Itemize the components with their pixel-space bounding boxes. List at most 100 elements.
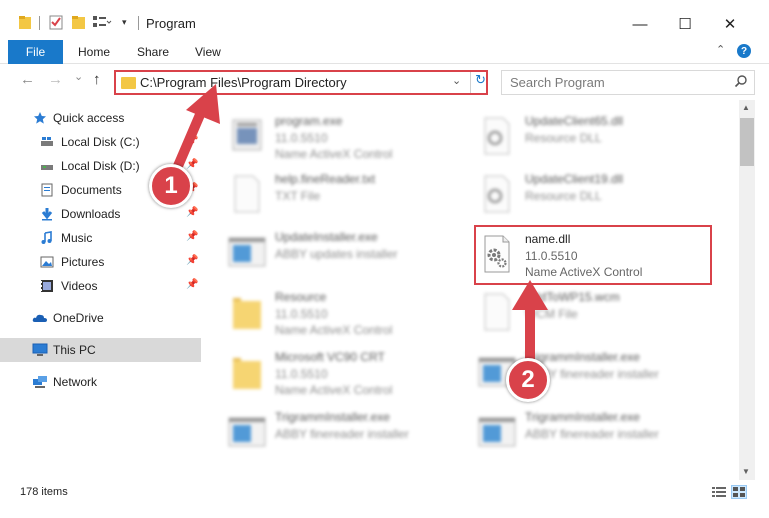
file-name: help.fineReader.txt bbox=[275, 172, 376, 186]
file-description: ABBY updates installer bbox=[275, 247, 398, 261]
expand-ribbon-icon[interactable]: ⌃ bbox=[716, 43, 725, 56]
maximize-button[interactable]: ☐ bbox=[663, 10, 707, 38]
help-icon[interactable]: ? bbox=[737, 44, 751, 58]
up-button[interactable]: ↑ bbox=[93, 71, 101, 88]
list-item[interactable]: program.exe 11.0.5510 Name ActiveX Contr… bbox=[205, 108, 455, 166]
file-name: Microsoft VC90 CRT bbox=[275, 350, 385, 364]
list-item[interactable]: help.fineReader.txt TXT File bbox=[205, 166, 455, 224]
forward-button[interactable]: → bbox=[48, 71, 63, 88]
scroll-down-icon[interactable]: ▼ bbox=[742, 467, 750, 476]
tab-home[interactable]: Home bbox=[78, 45, 110, 59]
search-icon[interactable] bbox=[734, 74, 748, 88]
sidebar-item-label: Pictures bbox=[61, 255, 105, 269]
sidebar-item-music[interactable]: Music 📌 bbox=[0, 226, 201, 250]
pin-icon[interactable]: 📌 bbox=[186, 279, 198, 290]
list-item[interactable]: UpdateClient19.dll Resource DLL bbox=[455, 166, 705, 224]
ribbon: File Home Share View ⌃ ? bbox=[0, 40, 769, 64]
sidebar-item-label: Quick access bbox=[53, 111, 125, 125]
computer-icon bbox=[32, 343, 48, 357]
sidebar-item-label: Network bbox=[53, 375, 98, 389]
properties-icon[interactable] bbox=[48, 14, 64, 34]
divider bbox=[138, 16, 139, 30]
details-view-icon[interactable] bbox=[711, 485, 727, 499]
window-title: Program bbox=[146, 16, 196, 31]
refresh-icon[interactable]: ↻ bbox=[470, 72, 486, 93]
scroll-up-icon[interactable]: ▲ bbox=[742, 103, 750, 112]
view-options-icon[interactable] bbox=[92, 14, 112, 34]
minimize-button[interactable]: — bbox=[618, 10, 662, 38]
tab-view[interactable]: View bbox=[195, 45, 221, 59]
recent-locations-button[interactable]: ⌄ bbox=[74, 70, 83, 83]
vertical-scrollbar[interactable]: ▲ ▼ bbox=[739, 100, 755, 480]
list-item[interactable]: UpdateClient65.dll Resource DLL bbox=[455, 108, 705, 166]
file-name: program.exe bbox=[275, 114, 343, 128]
sidebar-item-label: Local Disk (D:) bbox=[61, 159, 140, 173]
list-item[interactable]: UpdateInstaller.exe ABBY updates install… bbox=[205, 224, 455, 282]
tiles-view-icon[interactable] bbox=[731, 485, 747, 499]
list-item[interactable]: TrigrammInstaller.exe ABBY finereader in… bbox=[455, 344, 705, 402]
sidebar-item-network[interactable]: Network bbox=[0, 370, 201, 394]
folder-icon bbox=[18, 14, 32, 34]
dll-gear-icon bbox=[475, 232, 519, 276]
customize-toolbar-icon[interactable]: ▾ bbox=[122, 17, 127, 37]
list-item[interactable]: TrigrammInstaller.exe ABBY finereader in… bbox=[455, 404, 705, 462]
file-description: Name ActiveX Control bbox=[275, 147, 393, 161]
new-folder-icon[interactable] bbox=[71, 14, 87, 34]
pin-icon[interactable]: 📌 bbox=[186, 207, 198, 218]
file-version: 11.0.5510 bbox=[525, 249, 578, 263]
callout-1: 1 bbox=[149, 164, 193, 208]
list-item[interactable]: TrigrammInstaller.exe ABBY finereader in… bbox=[205, 404, 455, 462]
status-bar: 178 items bbox=[0, 480, 769, 504]
pin-icon[interactable]: 📌 bbox=[186, 255, 198, 266]
search-input[interactable]: Search Program bbox=[501, 70, 755, 95]
sidebar-item-this-pc[interactable]: This PC bbox=[0, 338, 201, 362]
file-description: Name ActiveX Control bbox=[275, 323, 393, 337]
file-name: TrigrammInstaller.exe bbox=[525, 410, 640, 424]
folder-icon bbox=[225, 290, 269, 334]
dll-icon bbox=[475, 172, 519, 216]
navigation-bar: ← → ⌄ ↑ C:\Program Files\Program Directo… bbox=[0, 64, 769, 100]
file-name: TrigrammInstaller.exe bbox=[275, 410, 390, 424]
drive-icon bbox=[40, 159, 54, 173]
sidebar-item-label: OneDrive bbox=[53, 311, 104, 325]
scrollbar-thumb[interactable] bbox=[740, 118, 754, 166]
file-type: Resource DLL bbox=[525, 131, 602, 145]
sidebar-item-videos[interactable]: Videos 📌 bbox=[0, 274, 201, 298]
music-icon bbox=[40, 231, 54, 245]
sidebar-item-label: This PC bbox=[53, 343, 96, 357]
close-button[interactable]: ✕ bbox=[708, 10, 752, 38]
sidebar-item-label: Music bbox=[61, 231, 93, 245]
installer-icon bbox=[475, 410, 519, 454]
pin-icon[interactable]: 📌 bbox=[186, 231, 198, 242]
sidebar-item-onedrive[interactable]: OneDrive bbox=[0, 306, 201, 330]
list-item[interactable]: AddToWP15.wcm WCM File bbox=[455, 284, 705, 342]
sidebar-item-label: Documents bbox=[61, 183, 122, 197]
list-item-name-dll[interactable]: name.dll 11.0.5510 Name ActiveX Control bbox=[455, 226, 705, 284]
downloads-icon bbox=[40, 207, 54, 221]
file-name: UpdateClient19.dll bbox=[525, 172, 624, 186]
file-version: 11.0.5510 bbox=[275, 307, 328, 321]
cloud-icon bbox=[32, 311, 47, 325]
file-name: UpdateClient65.dll bbox=[525, 114, 624, 128]
installer-icon bbox=[225, 410, 269, 454]
list-item[interactable]: Resource 11.0.5510 Name ActiveX Control bbox=[205, 284, 455, 342]
title-bar: ▾ Program — ☐ ✕ bbox=[0, 0, 769, 40]
file-description: Name ActiveX Control bbox=[525, 265, 643, 279]
back-button[interactable]: ← bbox=[20, 71, 35, 88]
file-description: ABBY finereader installer bbox=[525, 427, 659, 441]
sidebar-item-label: Videos bbox=[61, 279, 98, 293]
chevron-down-icon[interactable]: ⌄ bbox=[452, 74, 461, 87]
installer-icon bbox=[225, 230, 269, 274]
dll-icon bbox=[475, 114, 519, 158]
tab-file[interactable]: File bbox=[8, 40, 63, 64]
tab-share[interactable]: Share bbox=[137, 45, 169, 59]
sidebar-item-pictures[interactable]: Pictures 📌 bbox=[0, 250, 201, 274]
list-item[interactable]: Microsoft VC90 CRT 11.0.5510 Name Active… bbox=[205, 344, 455, 402]
callout-2: 2 bbox=[506, 358, 550, 402]
network-icon bbox=[32, 375, 47, 389]
folder-icon bbox=[225, 350, 269, 394]
item-count: 178 items bbox=[20, 486, 68, 498]
divider bbox=[39, 16, 40, 30]
exe-icon bbox=[225, 114, 269, 158]
file-list: program.exe 11.0.5510 Name ActiveX Contr… bbox=[205, 104, 739, 480]
